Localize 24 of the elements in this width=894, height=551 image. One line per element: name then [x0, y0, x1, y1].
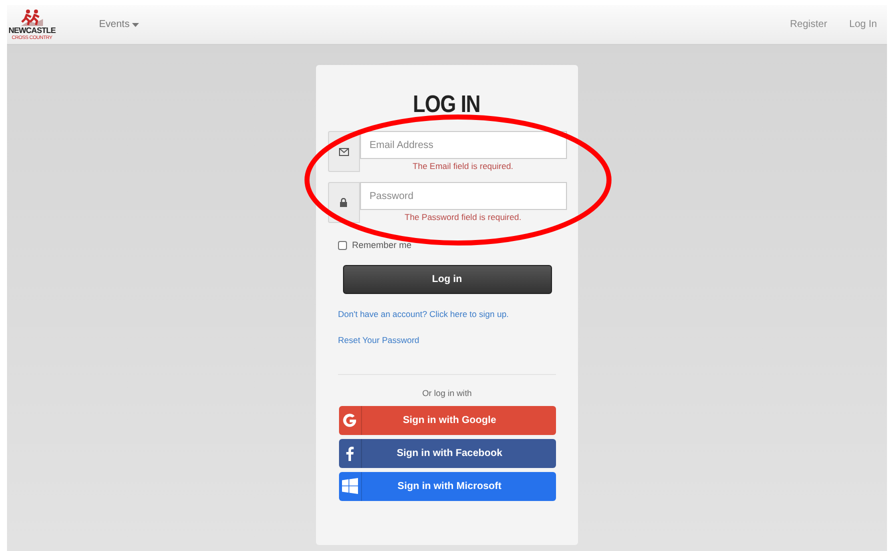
- windows-icon: [342, 478, 358, 494]
- social-login-button[interactable]: Sign in with Microsoft: [338, 472, 556, 501]
- checkbox-label: Remember me: [352, 239, 412, 252]
- login-button[interactable]: Log in: [342, 264, 552, 294]
- social-login-button[interactable]: Sign in with Facebook: [338, 438, 556, 468]
- error-message: The Email field is required.: [412, 161, 514, 172]
- lock-icon: [340, 198, 347, 207]
- google-icon: [342, 412, 357, 428]
- input-field[interactable]: Email Address: [360, 131, 566, 159]
- divider-label: Or log in with: [422, 387, 472, 400]
- error-message: The Password field is required.: [404, 212, 522, 223]
- events-menu[interactable]: Events: [99, 17, 139, 32]
- input-field[interactable]: Password: [360, 182, 566, 210]
- nav-link[interactable]: Register: [790, 17, 828, 32]
- checkbox[interactable]: [338, 241, 347, 250]
- runners-icon: [19, 8, 45, 26]
- social-login-button[interactable]: Sign in with Google: [338, 406, 556, 435]
- nav-link[interactable]: Log In: [849, 17, 877, 32]
- logo-title: NEWCASTLE: [8, 26, 56, 34]
- text-link[interactable]: Don't have an account? Click here to sign up.: [338, 308, 509, 320]
- text-link[interactable]: Reset Your Password: [338, 334, 420, 347]
- facebook-icon: [346, 446, 354, 461]
- envelope-icon: [338, 148, 348, 156]
- form-title: LOG IN: [413, 93, 481, 117]
